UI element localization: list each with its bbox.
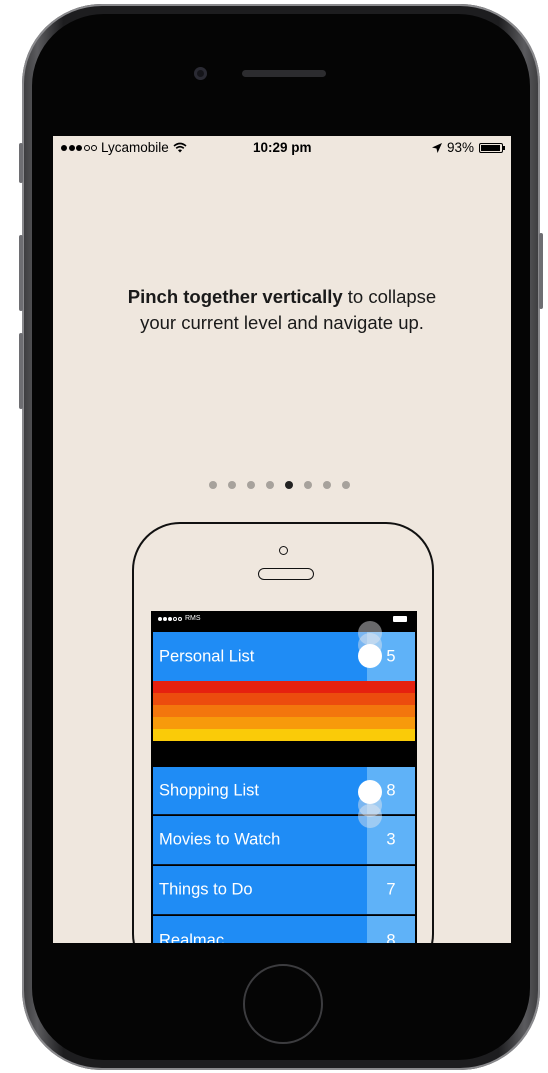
list-count: 8 xyxy=(386,931,396,943)
color-stripe xyxy=(153,681,415,693)
mute-switch xyxy=(19,143,23,183)
location-arrow-icon xyxy=(431,142,442,153)
page-dot-active[interactable] xyxy=(285,481,293,489)
page-dot[interactable] xyxy=(209,481,217,489)
page-dot[interactable] xyxy=(342,481,350,489)
wifi-icon xyxy=(173,142,187,153)
list-name: Things to Do xyxy=(159,880,253,899)
status-bar: Lycamobile 10:29 pm 93% xyxy=(53,136,511,160)
home-button[interactable] xyxy=(243,964,323,1044)
page-dot[interactable] xyxy=(304,481,312,489)
list-count: 7 xyxy=(386,880,396,899)
demo-carrier: RMS xyxy=(185,615,201,622)
list-name: Personal List xyxy=(159,647,255,665)
tutorial-instruction: Pinch together vertically to collapse yo… xyxy=(113,284,451,336)
touch-point-bottom xyxy=(358,780,382,804)
color-stripe xyxy=(153,705,415,717)
touch-point-top xyxy=(358,644,382,668)
count-cell: 8 xyxy=(367,916,415,943)
volume-up-button xyxy=(19,235,23,311)
demo-screen: RMS Personal List 5 Shopping List 8 Movi… xyxy=(151,611,417,943)
status-left: Lycamobile xyxy=(61,140,187,155)
power-button xyxy=(539,233,543,309)
demo-camera-icon xyxy=(279,546,288,555)
page-dot[interactable] xyxy=(323,481,331,489)
screen: Lycamobile 10:29 pm 93% Pinch together v… xyxy=(53,136,511,943)
page-dot[interactable] xyxy=(228,481,236,489)
demo-speaker-icon xyxy=(258,568,314,580)
instruction-bold: Pinch together vertically xyxy=(127,286,343,307)
status-time: 10:29 pm xyxy=(253,140,312,155)
signal-strength-icon xyxy=(61,144,97,151)
page-dot[interactable] xyxy=(266,481,274,489)
status-right: 93% xyxy=(431,140,505,155)
color-stripe xyxy=(153,717,415,729)
battery-percent: 93% xyxy=(446,140,474,155)
count-cell: 7 xyxy=(367,866,415,914)
page-dot[interactable] xyxy=(247,481,255,489)
earpiece-speaker xyxy=(242,70,326,77)
page-indicator[interactable] xyxy=(209,481,350,489)
color-stripe xyxy=(153,693,415,705)
carrier-name: Lycamobile xyxy=(101,140,169,155)
list-name: Movies to Watch xyxy=(159,830,281,849)
front-camera xyxy=(194,67,207,80)
list-name: Shopping List xyxy=(159,781,259,799)
color-stripe xyxy=(153,729,415,741)
battery-icon xyxy=(479,142,505,153)
list-row-realmac[interactable]: Realmac 8 xyxy=(153,916,415,943)
volume-down-button xyxy=(19,333,23,409)
list-count: 3 xyxy=(386,830,396,849)
demo-battery-icon xyxy=(393,616,407,622)
list-row-things[interactable]: Things to Do 7 xyxy=(153,866,415,915)
list-name: Realmac xyxy=(159,931,225,943)
